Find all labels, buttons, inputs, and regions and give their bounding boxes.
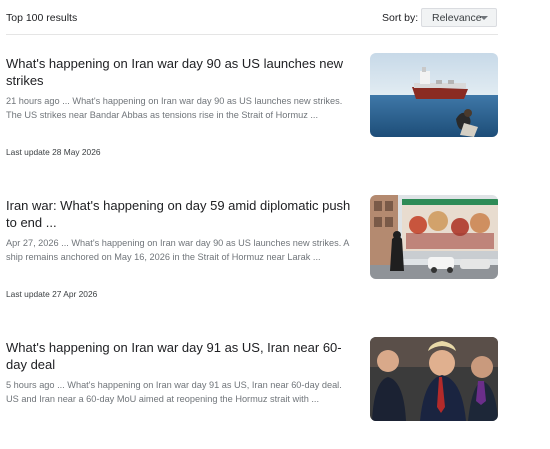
results-toolbar: Top 100 results Sort by: Relevance [6,0,498,35]
result-thumbnail[interactable] [370,53,498,137]
result-snippet: Apr 27, 2026 ... What's happening on Ira… [6,238,349,262]
result-snippet: 21 hours ago ... What's happening on Ira… [6,96,343,120]
street-mural-image [370,195,498,279]
result-thumbnail[interactable] [370,195,498,279]
sort-value: Relevance [432,12,482,24]
search-result: What's happening on Iran war day 90 as U… [6,53,498,165]
result-title[interactable]: What's happening on Iran war day 90 as U… [6,55,358,89]
results-count: Top 100 results [6,12,78,24]
result-thumbnail[interactable] [370,337,498,421]
result-last-update: Last update 28 May 2026 [6,147,101,157]
result-title[interactable]: Iran war: What's happening on day 59 ami… [6,197,358,231]
result-snippet: 5 hours ago ... What's happening on Iran… [6,380,342,404]
search-result: What's happening on Iran war day 91 as U… [6,337,498,449]
sort-label: Sort by: [382,12,419,24]
chevron-down-icon [480,16,488,20]
sort-dropdown[interactable]: Relevance [421,8,497,27]
result-title[interactable]: What's happening on Iran war day 91 as U… [6,339,358,373]
search-result: Iran war: What's happening on day 59 ami… [6,195,498,307]
result-last-update: Last update 27 Apr 2026 [6,289,98,299]
ship-at-sea-image [370,53,498,137]
officials-meeting-image [370,337,498,421]
